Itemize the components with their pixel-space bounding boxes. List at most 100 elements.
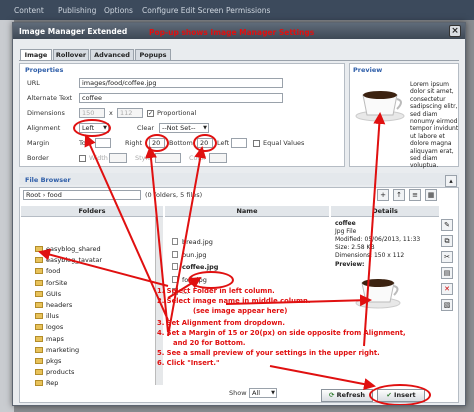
folder-icon [35, 268, 43, 275]
preview-text: Lorem ipsum dolor sit amet, consectetur … [410, 81, 459, 170]
instruction-line: 1. Select Folder in left column. [157, 287, 275, 295]
folder-item[interactable]: marketing [35, 346, 79, 354]
width-input[interactable]: 150 [79, 108, 105, 118]
border-checkbox[interactable] [79, 155, 86, 162]
copy-icon[interactable]: ⧉ [441, 235, 453, 247]
new-folder-icon[interactable]: + [377, 189, 389, 201]
folder-item[interactable]: easyblog_shared [35, 245, 101, 253]
app-tab-publishing[interactable]: Publishing [58, 6, 96, 15]
folder-item[interactable]: forSite [35, 279, 67, 287]
file-item[interactable]: bun.jpg [172, 250, 207, 259]
folder-icon [35, 324, 43, 331]
delete-icon[interactable]: ✕ [441, 283, 453, 295]
folder-item[interactable]: illus [35, 312, 59, 320]
highlight-alignment [73, 119, 111, 137]
folder-item[interactable]: GUIs [35, 290, 61, 298]
equal-values-label: Equal Values [263, 139, 305, 147]
app-tab-options[interactable]: Options [104, 6, 133, 15]
collapse-icon[interactable]: ▴ [445, 175, 457, 187]
details-view-icon[interactable]: ≡ [409, 189, 421, 201]
app-tab-permissions[interactable]: Permissions [226, 6, 270, 15]
border-label: Border [27, 154, 49, 162]
image-file-icon [172, 238, 178, 245]
instruction-line: (see image appear here) [193, 307, 288, 315]
dimensions-label: Dimensions [27, 109, 65, 117]
detail-type: Jpg File [335, 228, 357, 235]
highlight-bottom-margin [193, 134, 217, 152]
equal-values-checkbox[interactable] [253, 140, 260, 147]
border-color-label: Color [189, 154, 206, 162]
url-input[interactable]: images/food/coffee.jpg [79, 78, 283, 88]
proportional-label: Proportional [157, 109, 197, 117]
folder-item[interactable]: headers [35, 301, 72, 309]
folder-label: easyblog_tavatar [46, 256, 103, 265]
properties-heading: Properties [25, 66, 64, 74]
folder-label: products [46, 368, 75, 377]
instruction-line: 2. Select image name in middle column. [157, 297, 311, 305]
highlight-right-margin [145, 134, 169, 152]
thumbnail-view-icon[interactable]: ▦ [425, 189, 437, 201]
alt-text-input[interactable]: coffee [79, 93, 283, 103]
folder-label: marketing [46, 345, 80, 354]
margin-top-input[interactable] [95, 138, 111, 148]
folder-item[interactable]: pkgs [35, 357, 61, 365]
instruction-line: 3. Set Alignment from dropdown. [157, 319, 285, 327]
file-item[interactable]: coffee.jpg [172, 263, 218, 271]
border-width-select[interactable] [109, 153, 127, 163]
clear-value: --Not Set-- [162, 124, 196, 132]
folder-icon [35, 279, 43, 286]
name-header[interactable]: Name [165, 206, 329, 217]
file-count: (0 folders, 5 files) [145, 191, 203, 199]
file-browser-header [19, 173, 459, 185]
image-manager-dialog: Image Manager Extended × Pop-up shows Im… [12, 22, 466, 406]
app-tab-configure[interactable]: Configure Edit Screen [142, 6, 223, 15]
instruction-line: 6. Click "Insert." [157, 359, 220, 367]
folder-icon [35, 246, 43, 252]
folder-item[interactable]: maps [35, 335, 64, 343]
height-input[interactable]: 112 [117, 108, 143, 118]
alt-text-label: Alternate Text [27, 94, 73, 102]
app-tab-content[interactable]: Content [14, 6, 44, 15]
folder-label: food [46, 267, 61, 276]
paste-icon[interactable]: ▤ [441, 267, 453, 279]
file-item[interactable]: bread.jpg [172, 238, 213, 246]
folder-item[interactable]: products [35, 368, 74, 376]
margin-label: Margin [27, 139, 50, 147]
coffee-cup-preview-image [355, 91, 405, 122]
folder-item[interactable]: logos [35, 323, 63, 331]
tab-rule [19, 60, 459, 61]
detail-name: coffee [335, 220, 356, 227]
folder-icon [35, 313, 43, 320]
border-color-input[interactable] [209, 153, 227, 163]
folder-item[interactable]: Rep [35, 379, 58, 387]
border-style-select[interactable] [155, 153, 181, 163]
dimension-times: x [109, 109, 113, 117]
dialog-title: Image Manager Extended [19, 27, 128, 36]
edit-image-icon[interactable]: ▧ [441, 299, 453, 311]
margin-left-label: Left [217, 139, 230, 147]
chevron-down-icon: ▼ [203, 125, 207, 131]
instruction-line: 4. Set a Margin of 15 or 20(px) on side … [157, 329, 406, 337]
clear-select[interactable]: --Not Set-- ▼ [159, 123, 209, 133]
cut-icon[interactable]: ✂ [441, 251, 453, 263]
folder-icon [35, 302, 43, 308]
folder-icon [35, 290, 43, 297]
instruction-line: and 20 for Bottom. [173, 339, 246, 347]
close-button[interactable]: × [449, 25, 461, 37]
show-select[interactable]: All ▼ [249, 388, 277, 398]
proportional-checkbox[interactable]: ✓ [147, 110, 154, 117]
folder-item[interactable]: food [35, 267, 60, 275]
folder-icon [35, 358, 43, 364]
rename-icon[interactable]: ✎ [441, 219, 453, 231]
margin-right-label: Right [125, 139, 143, 147]
upload-icon[interactable]: ↑ [393, 189, 405, 201]
refresh-button[interactable]: ⟳ Refresh [321, 389, 373, 402]
folder-label: headers [46, 301, 73, 309]
path-breadcrumb[interactable]: Root › food [23, 190, 141, 200]
app-toolbar: Content Publishing Options Configure Edi… [0, 0, 474, 20]
detail-size: Size: 2.58 KB [335, 244, 375, 251]
detail-dimensions: Dimensions: 150 x 112 [335, 252, 405, 259]
margin-left-input[interactable] [231, 138, 247, 148]
folder-item[interactable]: easyblog_tavatar [35, 256, 102, 264]
coffee-thumbnail-image [355, 279, 401, 309]
